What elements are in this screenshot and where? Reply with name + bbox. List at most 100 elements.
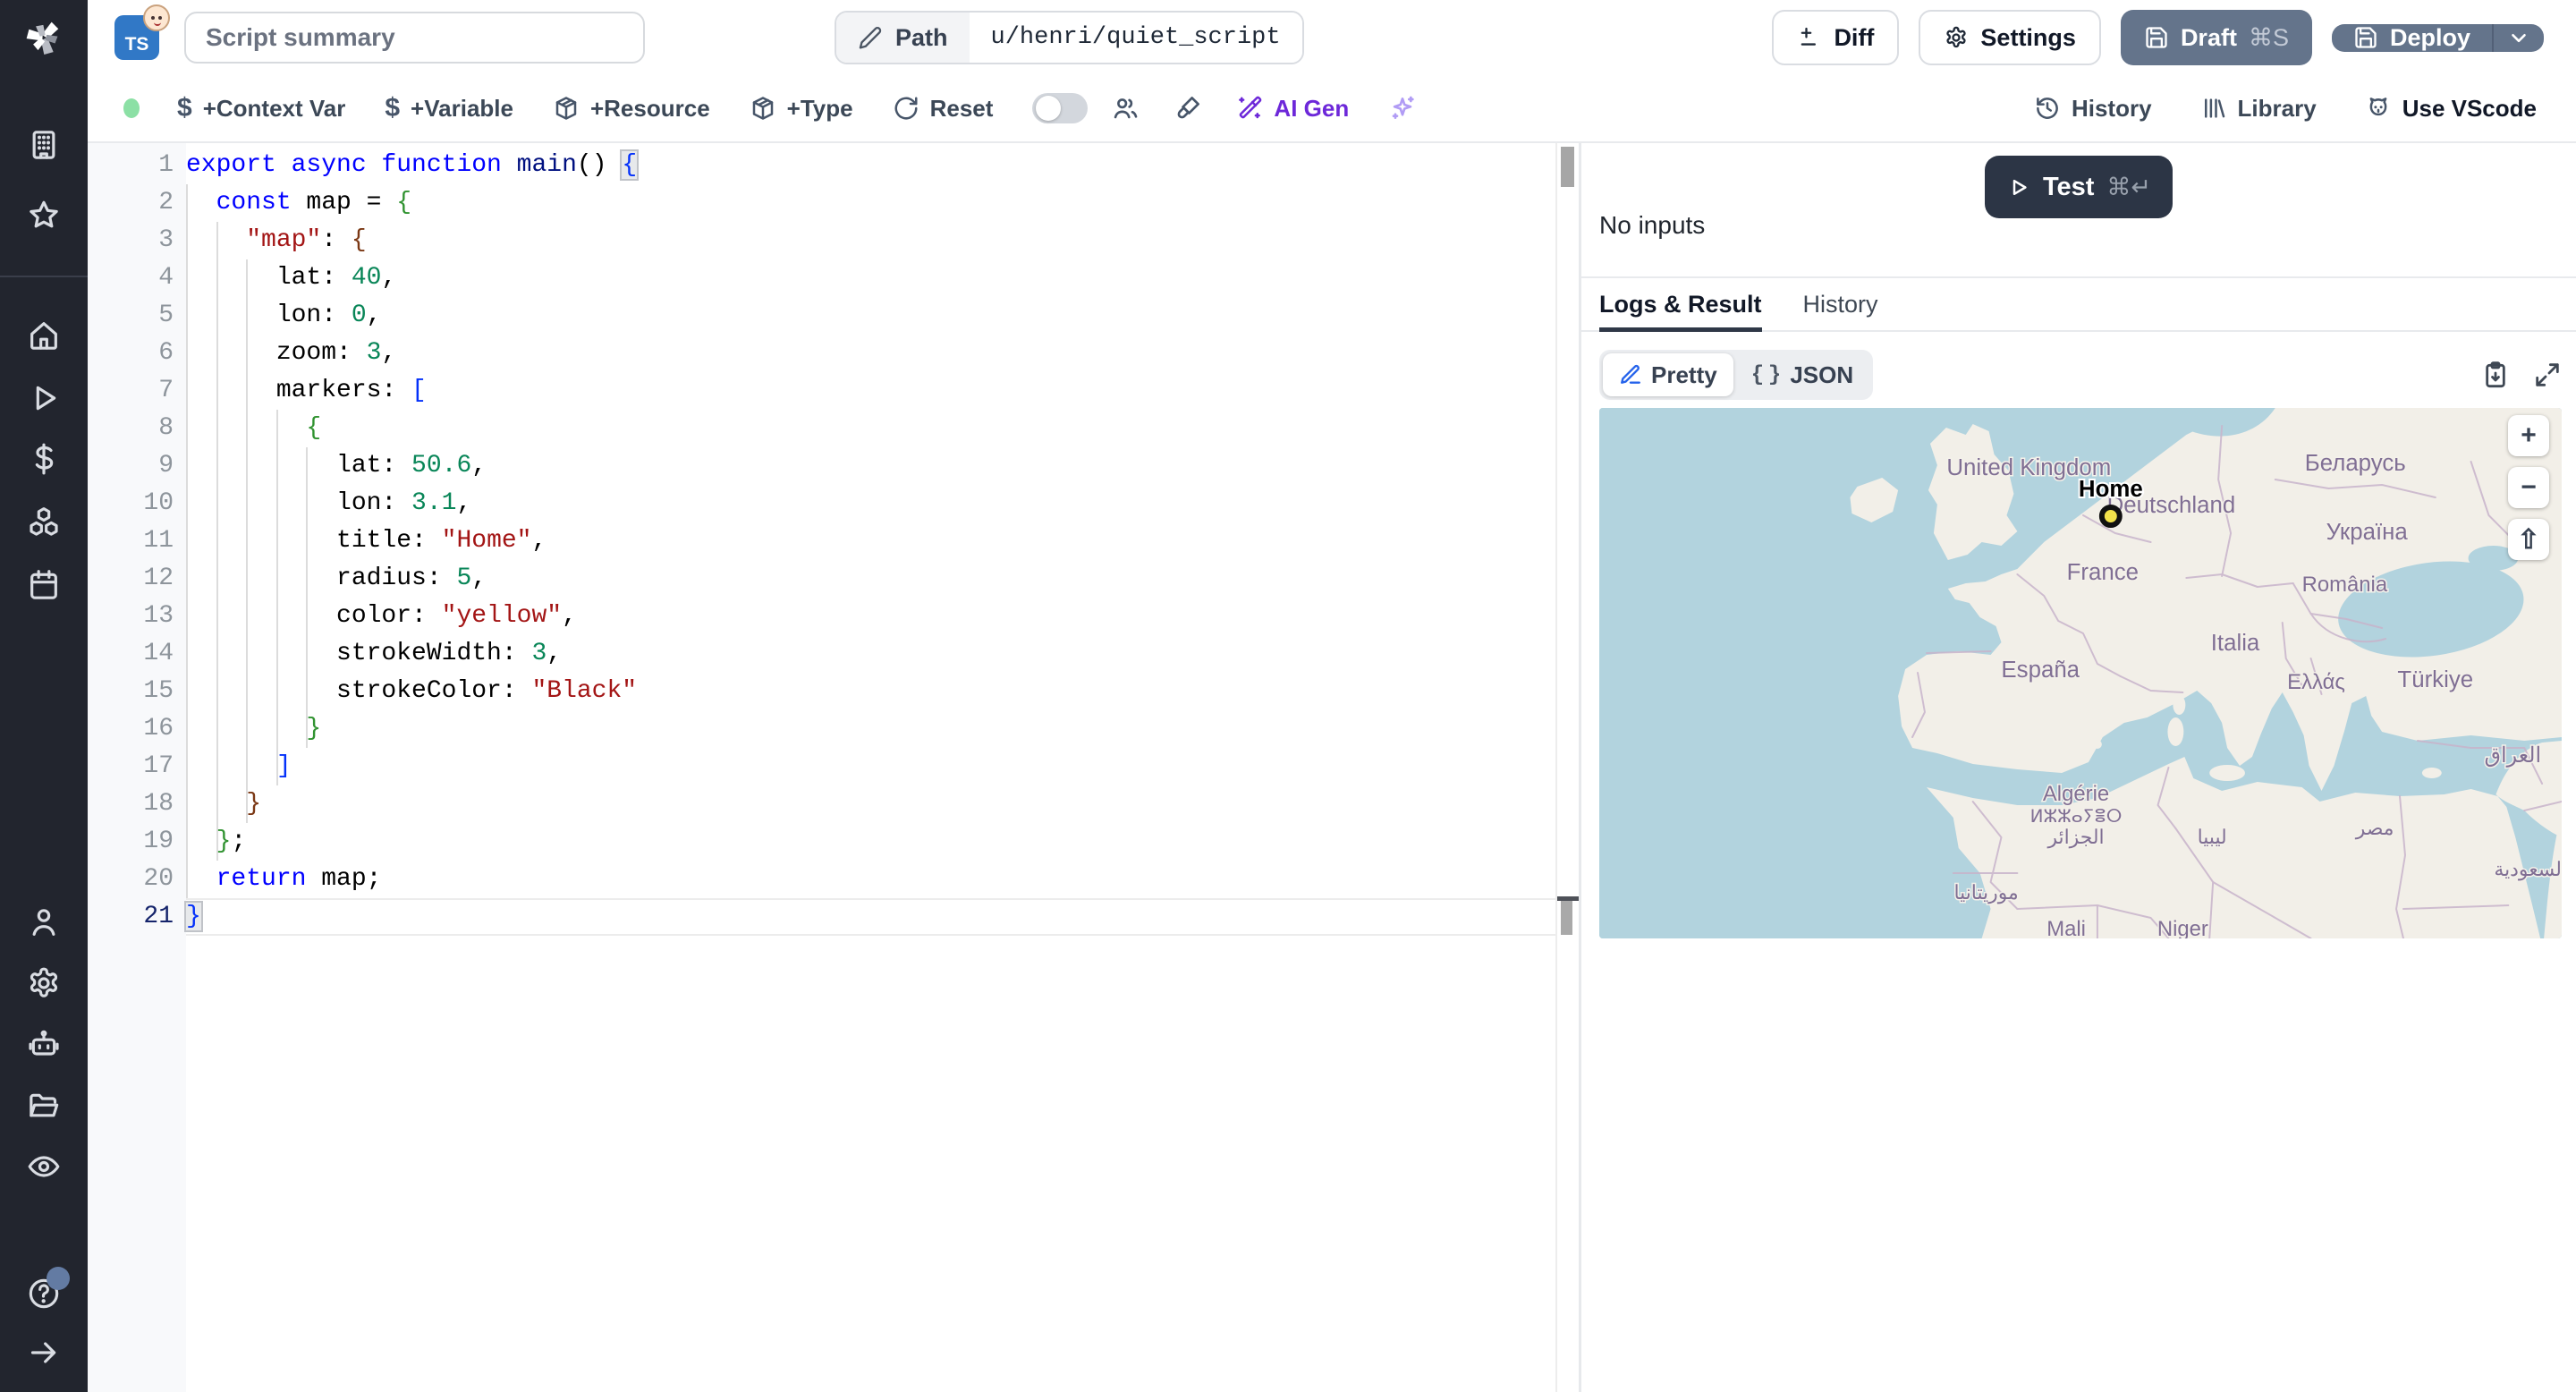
- help-notification-badge: [47, 1267, 70, 1290]
- map-zoom-in-button[interactable]: +: [2508, 415, 2549, 456]
- status-dot: [123, 98, 140, 118]
- test-button[interactable]: Test ⌘↵: [1985, 156, 2173, 218]
- favorites-star-icon[interactable]: [25, 197, 63, 234]
- code-line[interactable]: }: [186, 785, 1555, 823]
- magic-wand-icon: [1239, 96, 1262, 119]
- workspace-icon[interactable]: [25, 126, 63, 164]
- chevron-down-icon: [2512, 33, 2526, 43]
- code-line[interactable]: lat: 40,: [186, 259, 1555, 297]
- draft-button[interactable]: Draft ⌘S: [2120, 10, 2312, 65]
- svg-text:Home: Home: [2079, 477, 2143, 502]
- diff-icon: [1801, 27, 1817, 46]
- tab-logs-result[interactable]: Logs & Result: [1599, 278, 1762, 332]
- line-number: 16: [143, 715, 174, 743]
- library-button[interactable]: Library: [2200, 95, 2317, 123]
- line-number: 20: [143, 865, 174, 893]
- script-summary-input[interactable]: [184, 12, 645, 64]
- code-line[interactable]: ]: [186, 748, 1555, 785]
- line-number: 17: [143, 752, 174, 780]
- map-zoom-out-button[interactable]: −: [2508, 467, 2549, 508]
- code-line[interactable]: const map = {: [186, 184, 1555, 222]
- baby-emoji-badge: [143, 4, 170, 31]
- users-icon[interactable]: [1111, 94, 1140, 123]
- map-country-label: España: [2001, 658, 2080, 683]
- code-line[interactable]: }: [186, 710, 1555, 748]
- add-type-button[interactable]: +Type: [750, 95, 853, 123]
- workers-robot-icon[interactable]: [25, 1026, 63, 1064]
- path-editor[interactable]: Path u/henri/quiet_script: [835, 11, 1304, 64]
- collapse-arrow-right-icon[interactable]: [25, 1334, 63, 1371]
- editor-scrollbar[interactable]: [1555, 143, 1579, 1392]
- editor-toolbar: $ +Context Var $ +Variable +Resource +Ty…: [88, 75, 2576, 143]
- code-editor[interactable]: 1 2 3 4 5 6 7 8 9 10 11 12 13 14 15 16 17 18 19 20 21 export…: [88, 143, 1579, 1392]
- user-icon[interactable]: [25, 904, 63, 941]
- code-line[interactable]: strokeColor: "Black": [186, 673, 1555, 710]
- line-number: 14: [143, 640, 174, 667]
- code-line[interactable]: strokeWidth: 3,: [186, 635, 1555, 673]
- scrollbar-thumb[interactable]: [1561, 147, 1574, 187]
- map-country-label: Mali: [2046, 917, 2086, 938]
- sidebar-divider: [0, 276, 88, 277]
- code-line[interactable]: export async function main() {: [186, 147, 1555, 184]
- code-area[interactable]: export async function main() { const map…: [186, 143, 1555, 1392]
- expand-result-button[interactable]: [2533, 361, 2562, 389]
- code-line[interactable]: "map": {: [186, 222, 1555, 259]
- code-line[interactable]: lon: 3.1,: [186, 485, 1555, 522]
- windmill-app: TS Path u/henri/quiet_script Diff Settin: [0, 0, 2576, 1392]
- reset-button[interactable]: Reset: [893, 95, 993, 123]
- schedules-calendar-icon[interactable]: [25, 566, 63, 604]
- variables-dollar-icon[interactable]: [25, 440, 63, 478]
- code-line[interactable]: radius: 5,: [186, 560, 1555, 598]
- add-variable-button[interactable]: $ +Variable: [385, 93, 513, 123]
- view-mode-switch: Pretty { } JSON: [1599, 350, 1874, 400]
- use-vscode-button[interactable]: Use VScode: [2365, 95, 2537, 123]
- package-icon: [555, 97, 577, 120]
- code-line[interactable]: };: [186, 823, 1555, 861]
- code-line[interactable]: {: [186, 410, 1555, 447]
- multiplayer-toggle[interactable]: [1032, 93, 1089, 123]
- line-number: 6: [158, 339, 174, 367]
- deploy-dropdown-button[interactable]: [2492, 23, 2544, 52]
- audit-eye-icon[interactable]: [25, 1148, 63, 1185]
- resources-boxes-icon[interactable]: [25, 504, 63, 541]
- line-number: 8: [158, 414, 174, 442]
- map-controls: + − ⇧: [2508, 415, 2549, 560]
- format-brush-icon[interactable]: [1174, 94, 1202, 123]
- line-number: 19: [143, 828, 174, 855]
- ai-gen-button[interactable]: AI Gen: [1236, 95, 1349, 123]
- view-json-button[interactable]: { } JSON: [1735, 353, 1869, 396]
- vscode-cat-icon: [2369, 98, 2387, 116]
- line-number: 11: [143, 527, 174, 555]
- diff-button[interactable]: Diff: [1772, 10, 1900, 65]
- code-line[interactable]: return map;: [186, 861, 1555, 898]
- code-line[interactable]: lon: 0,: [186, 297, 1555, 335]
- code-line[interactable]: color: "yellow",: [186, 598, 1555, 635]
- runs-play-icon[interactable]: [25, 379, 63, 417]
- sparkles-icon[interactable]: [1388, 94, 1417, 123]
- line-number: 18: [143, 790, 174, 818]
- map-reset-view-button[interactable]: ⇧: [2508, 519, 2549, 560]
- copy-result-button[interactable]: [2481, 361, 2510, 389]
- map-country-label: Ελλάς: [2287, 670, 2345, 694]
- result-toolbar: Pretty { } JSON: [1599, 349, 2562, 401]
- settings-button[interactable]: Settings: [1919, 10, 2101, 65]
- add-context-var-button[interactable]: $ +Context Var: [177, 93, 345, 123]
- pencil-icon: [859, 27, 882, 49]
- help-icon[interactable]: [25, 1267, 70, 1312]
- view-pretty-button[interactable]: Pretty: [1603, 353, 1733, 396]
- tab-history[interactable]: History: [1803, 278, 1878, 330]
- deploy-button[interactable]: Deploy: [2331, 23, 2544, 52]
- home-icon[interactable]: [25, 317, 63, 354]
- code-line[interactable]: zoom: 3,: [186, 335, 1555, 372]
- code-line[interactable]: markers: [: [186, 372, 1555, 410]
- settings-gear-icon[interactable]: [25, 964, 63, 1002]
- history-button[interactable]: History: [2034, 95, 2152, 123]
- package-icon: [752, 97, 773, 120]
- windmill-logo-icon[interactable]: [19, 13, 69, 63]
- code-line[interactable]: }: [186, 898, 1555, 936]
- folders-icon[interactable]: [25, 1087, 63, 1125]
- result-map[interactable]: United Kingdom Беларусь Deutschland Україна…: [1599, 408, 2562, 938]
- code-line[interactable]: lat: 50.6,: [186, 447, 1555, 485]
- add-resource-button[interactable]: +Resource: [553, 95, 710, 123]
- code-line[interactable]: title: "Home",: [186, 522, 1555, 560]
